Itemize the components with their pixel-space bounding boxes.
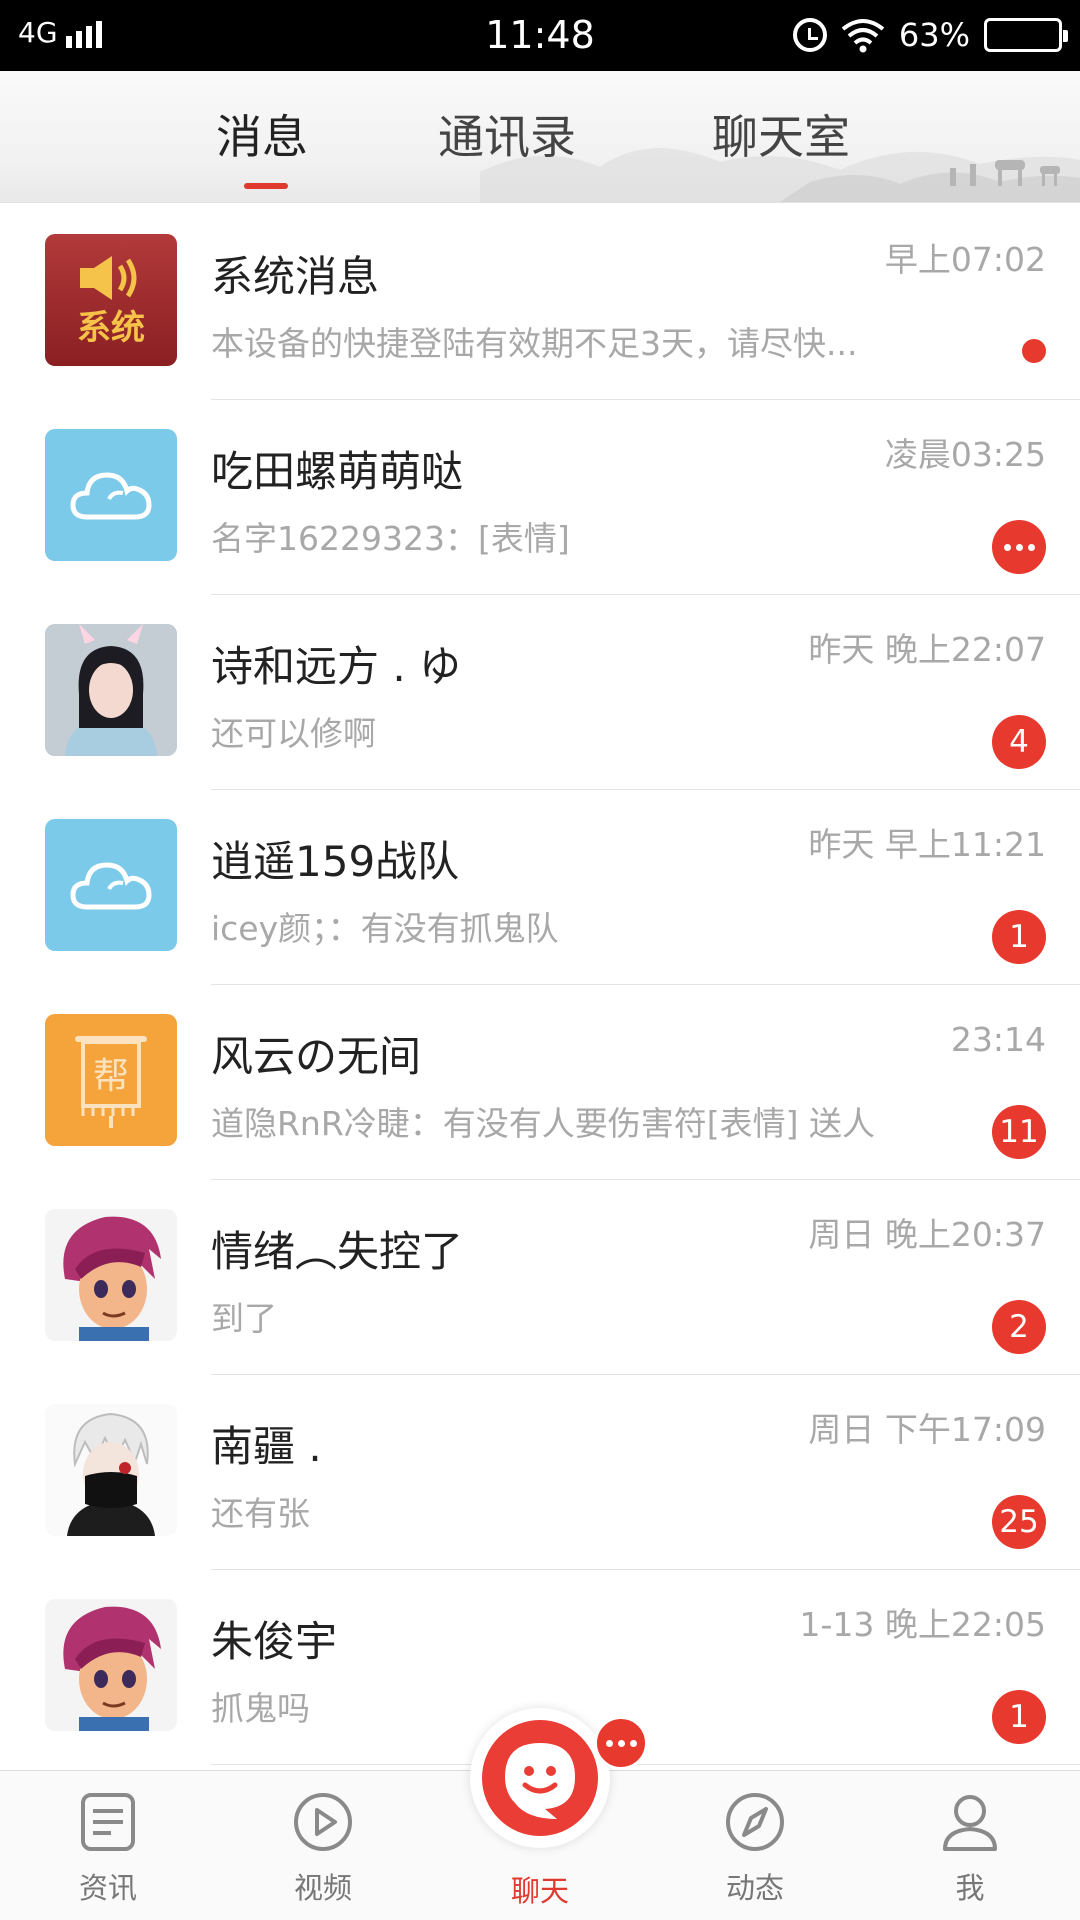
conversation-name: 诗和远方 . ゆ xyxy=(211,642,462,691)
compass-icon xyxy=(726,1793,784,1851)
conversation-list: 系统 系统消息 早上07:02 本设备的快捷登陆有效期不足3天，请尽快... 吃… xyxy=(0,205,1080,1765)
avatar xyxy=(45,429,177,561)
conversation-name: 南疆 . xyxy=(211,1422,322,1471)
system-indicators: 63% xyxy=(792,16,1068,54)
avatar-label: 系统 xyxy=(77,308,145,348)
conversation-preview: 本设备的快捷登陆有效期不足3天，请尽快... xyxy=(211,324,858,363)
unread-dot xyxy=(1022,339,1046,363)
conversation-name: 系统消息 xyxy=(211,252,380,301)
conversation-time: 早上07:02 xyxy=(884,240,1046,279)
avatar xyxy=(45,1404,177,1536)
conversation-preview: 名字16229323：[表情] xyxy=(211,519,570,558)
conversation-name: 逍遥159战队 xyxy=(211,837,460,886)
tab-messages[interactable]: 消息 xyxy=(216,109,308,165)
conversation-item[interactable]: 情绪︵失控了 周日 晚上20:37 到了 2 xyxy=(0,1180,1080,1375)
avatar-label: 帮 xyxy=(93,1056,129,1097)
conversation-name: 情绪︵失控了 xyxy=(211,1227,464,1276)
nav-item-video[interactable]: 视频 xyxy=(253,1791,393,1905)
conversation-preview: 还可以修啊 xyxy=(211,714,376,753)
play-icon xyxy=(294,1793,352,1851)
conversation-preview: 抓鬼吗 xyxy=(211,1689,310,1728)
nav-item-moments[interactable]: 动态 xyxy=(685,1791,825,1905)
unread-count-badge: 2 xyxy=(992,1300,1046,1354)
nav-item-me[interactable]: 我 xyxy=(900,1791,1040,1905)
conversation-time: 昨天 晚上22:07 xyxy=(808,630,1046,669)
nav-label: 资讯 xyxy=(78,1871,137,1905)
conversation-time: 1-13 晚上22:05 xyxy=(799,1605,1047,1644)
conversation-item[interactable]: 诗和远方 . ゆ 昨天 晚上22:07 还可以修啊 4 xyxy=(0,595,1080,790)
conversation-item[interactable]: 南疆 . 周日 下午17:09 还有张 25 xyxy=(0,1375,1080,1570)
user-photo-icon xyxy=(45,624,177,756)
avatar xyxy=(45,624,177,756)
speaker-icon xyxy=(80,256,137,300)
conversation-preview: 到了 xyxy=(211,1299,277,1338)
conversation-preview: 道隐RnR冷睫：有没有人要伤害符[表情] 送人 xyxy=(211,1104,876,1143)
status-bar: 4G 11:48 63% xyxy=(0,0,1080,71)
wifi-icon xyxy=(841,19,885,53)
news-icon xyxy=(81,1793,135,1851)
tab-chatroom[interactable]: 聊天室 xyxy=(712,109,850,165)
battery-icon xyxy=(984,18,1068,52)
top-tab-bar: 消息 通讯录 聊天室 xyxy=(0,71,1080,203)
alarm-icon xyxy=(792,18,827,52)
nav-label: 视频 xyxy=(293,1871,352,1905)
battery-percent: 63% xyxy=(898,16,970,54)
nav-label: 动态 xyxy=(725,1871,784,1905)
avatar: 帮 xyxy=(45,1014,177,1146)
conversation-preview: 还有张 xyxy=(211,1494,310,1533)
cartoon-avatar-icon xyxy=(63,1606,161,1731)
cloud-icon xyxy=(70,472,152,520)
unread-count-badge: 11 xyxy=(992,1105,1046,1159)
cartoon-avatar-icon xyxy=(63,1216,161,1341)
divider xyxy=(211,1764,1080,1765)
unread-count-badge: 1 xyxy=(992,1690,1046,1744)
conversation-item[interactable]: 帮 风云の无间 23:14 道隐RnR冷睫：有没有人要伤害符[表情] 送人 11 xyxy=(0,985,1080,1180)
more-notification-badge xyxy=(594,1716,648,1770)
unread-count-badge: 4 xyxy=(992,715,1046,769)
unread-count-badge: 25 xyxy=(992,1495,1046,1549)
avatar: 系统 xyxy=(45,234,177,366)
person-icon xyxy=(943,1795,997,1851)
nav-label-chat: 聊天 xyxy=(510,1874,569,1908)
chat-button[interactable] xyxy=(482,1720,598,1836)
active-tab-indicator xyxy=(244,183,288,189)
nav-item-chat[interactable] xyxy=(470,1708,610,1848)
guild-banner-icon: 帮 xyxy=(75,1036,147,1128)
conversation-time: 周日 下午17:09 xyxy=(808,1410,1046,1449)
conversation-name: 吃田螺萌萌哒 xyxy=(211,447,464,496)
conversation-time: 凌晨03:25 xyxy=(884,435,1046,474)
more-unread-badge xyxy=(992,520,1046,574)
conversation-preview: icey颜；：有没有抓鬼队 xyxy=(211,909,559,948)
conversation-time: 周日 晚上20:37 xyxy=(808,1215,1046,1254)
nav-item-news[interactable]: 资讯 xyxy=(38,1791,178,1905)
cloud-icon xyxy=(70,862,152,910)
avatar xyxy=(45,819,177,951)
mask-avatar-icon xyxy=(45,1404,177,1536)
conversation-item-system[interactable]: 系统 系统消息 早上07:02 本设备的快捷登陆有效期不足3天，请尽快... xyxy=(0,205,1080,400)
conversation-time: 昨天 早上11:21 xyxy=(808,825,1046,864)
unread-count-badge: 1 xyxy=(992,910,1046,964)
conversation-name: 风云の无间 xyxy=(211,1032,422,1081)
tab-contacts[interactable]: 通讯录 xyxy=(438,109,576,165)
conversation-item[interactable]: 吃田螺萌萌哒 凌晨03:25 名字16229323：[表情] xyxy=(0,400,1080,595)
avatar xyxy=(45,1209,177,1341)
nav-label: 我 xyxy=(955,1871,985,1905)
conversation-time: 23:14 xyxy=(950,1020,1046,1059)
avatar xyxy=(45,1599,177,1731)
conversation-item[interactable]: 逍遥159战队 昨天 早上11:21 icey颜；：有没有抓鬼队 1 xyxy=(0,790,1080,985)
conversation-name: 朱俊宇 xyxy=(211,1617,338,1666)
chat-smile-icon xyxy=(505,1743,575,1819)
